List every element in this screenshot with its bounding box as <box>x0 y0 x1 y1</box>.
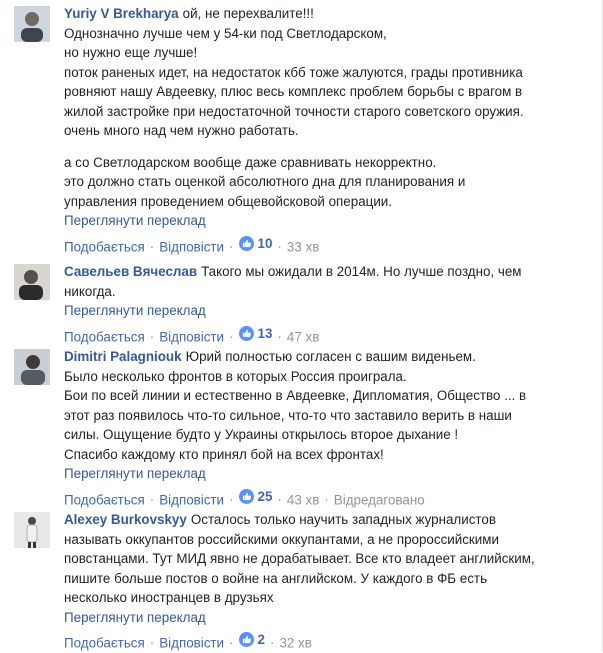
separator-dot: · <box>149 238 155 254</box>
likes-number: 25 <box>257 488 273 504</box>
comment-timestamp[interactable]: 43 хв <box>287 492 319 507</box>
separator-dot: · <box>277 491 282 507</box>
likes-count[interactable]: 10 <box>238 234 273 254</box>
likes-count[interactable]: 13 <box>238 324 273 344</box>
comment-text: ой, не перехвалите!!! <box>182 6 314 21</box>
like-button[interactable]: Подобається <box>64 239 145 254</box>
likes-count[interactable]: 25 <box>238 487 273 507</box>
avatar[interactable] <box>14 6 50 42</box>
comment-text: называть оккупантов российскими оккупант… <box>64 531 499 547</box>
see-translation-link[interactable]: Переглянути переклад <box>64 211 586 231</box>
separator-dot: · <box>229 491 234 507</box>
separator-dot: · <box>149 491 155 507</box>
comment-text: но нужно еще лучше! <box>64 45 198 60</box>
separator-dot: · <box>229 238 234 254</box>
comment-timestamp[interactable]: 33 хв <box>287 239 319 254</box>
see-translation-link[interactable]: Переглянути переклад <box>64 301 586 321</box>
comment-timestamp[interactable]: 32 хв <box>279 635 311 650</box>
comment-text: ровняют нашу Авдеевку, плюс весь комплек… <box>64 84 523 99</box>
comment-author[interactable]: Dimitri Palagniouk <box>64 349 182 364</box>
edited-link[interactable]: Відредаговано <box>334 492 425 507</box>
comment-text: Было несколько фронтов в которых Россия … <box>64 368 407 384</box>
comment-text: Такого мы ожидали в 2014м. Но лучше позд… <box>201 264 522 279</box>
comment-author[interactable]: Yuriy V Brekharya <box>64 6 179 21</box>
separator-dot: · <box>277 328 282 344</box>
like-button[interactable]: Подобається <box>64 492 145 507</box>
comment-author[interactable]: Alexey Burkovskyy <box>64 512 187 527</box>
comment-text: пишите больше постов о войне на английск… <box>64 570 488 586</box>
comment-text: Юрий полностью согласен с вашим виденьем… <box>185 349 476 364</box>
likes-number: 13 <box>257 325 273 341</box>
thumbs-up-icon <box>238 488 254 504</box>
comment-text: силы. Ощущение будто у Украины открылось… <box>64 427 459 442</box>
comment-timestamp[interactable]: 47 хв <box>287 329 319 344</box>
comment-actions: Подобається · Відповісти · 25 · 43 хв · Відредаг… <box>64 487 586 510</box>
separator-dot: · <box>269 635 275 651</box>
comment-text: очень много над чем нужно работать. <box>64 123 299 138</box>
avatar[interactable] <box>14 512 50 548</box>
reply-button[interactable]: Відповісти <box>159 492 224 507</box>
comment-text: несколько иностранцев в друзьях <box>64 590 274 605</box>
thumbs-up-icon <box>238 235 254 251</box>
separator-dot: · <box>229 635 234 651</box>
thumbs-up-icon <box>238 632 254 648</box>
comment-actions: Подобається · Відповісти · 13 · 47 хв <box>64 324 586 347</box>
likes-number: 2 <box>257 632 265 647</box>
comment-text: жилой застройке при недостаточной точнос… <box>64 103 524 119</box>
comment-text: это должно стать оценкой абсолютного дна… <box>64 174 466 189</box>
comment-author[interactable]: Савельев Вячеслав <box>64 264 197 279</box>
separator-dot: · <box>149 635 155 651</box>
comment-text: Бои по всей линии и естественно в Авдеев… <box>64 388 527 403</box>
comment-text: поток раненых идет, на недостаток кбб то… <box>64 64 523 80</box>
likes-number: 10 <box>257 235 273 251</box>
reply-button[interactable]: Відповісти <box>159 635 224 650</box>
comment-text: управления проведением общевойсковой опе… <box>64 193 392 209</box>
like-button[interactable]: Подобається <box>64 635 145 650</box>
thumbs-up-icon <box>238 325 254 341</box>
see-translation-link[interactable]: Переглянути переклад <box>64 608 586 628</box>
separator-dot: · <box>324 491 329 507</box>
avatar[interactable] <box>14 349 50 385</box>
avatar[interactable] <box>14 264 50 300</box>
separator-dot: · <box>229 328 234 344</box>
separator-dot: · <box>277 238 282 254</box>
comment-text: Однозначно лучше чем у 54-ки под Светлод… <box>64 25 387 41</box>
comment-text: повстанцами. Тут МИД явно не дорабатывае… <box>64 551 535 566</box>
reply-button[interactable]: Відповісти <box>159 239 224 254</box>
comment-actions: Подобається · Відповісти · 10 · 33 хв <box>64 234 586 257</box>
comment-text: Спасибо каждому кто принял бой на всех ф… <box>64 446 384 462</box>
comment-actions: Подобається · Відповісти · 2 · 32 хв <box>64 630 586 653</box>
comment-text: Осталось только научить западных журнали… <box>190 512 496 527</box>
comment-text: никогда. <box>64 283 116 299</box>
separator-dot: · <box>149 328 155 344</box>
like-button[interactable]: Подобається <box>64 329 145 344</box>
comment-text: этот раз появилось что-то сильное, что-т… <box>64 407 512 423</box>
see-translation-link[interactable]: Переглянути переклад <box>64 464 586 484</box>
reply-button[interactable]: Відповісти <box>159 329 224 344</box>
likes-count[interactable]: 2 <box>238 630 265 650</box>
comment-text: а со Светлодарском вообще даже сравниват… <box>64 154 437 170</box>
